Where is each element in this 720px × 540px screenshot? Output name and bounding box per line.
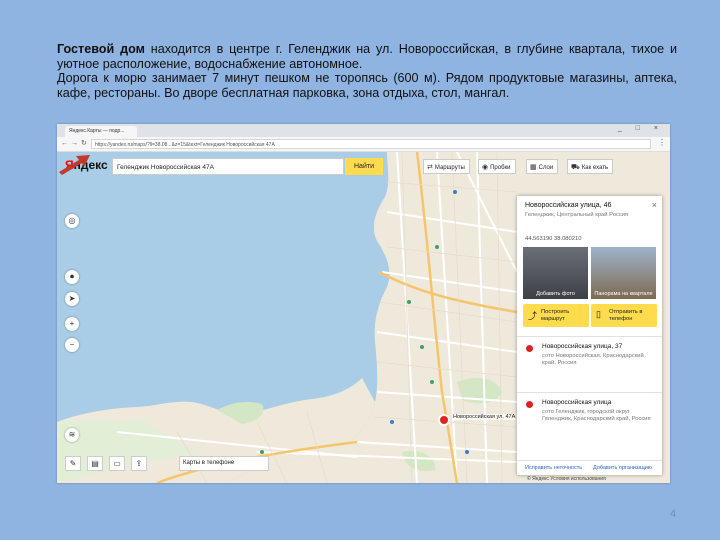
panorama-photo[interactable]: Панорама на квартале — [591, 247, 656, 299]
description-line1: находится в центре г. Геленджик на ул. Н… — [57, 42, 677, 71]
build-route-label: Построить маршрут — [541, 309, 570, 322]
send-to-phone-label: Отправить в телефон — [609, 309, 643, 322]
traffic-label: Пробки — [490, 165, 511, 171]
bus-icon[interactable]: ▭ — [109, 456, 125, 471]
description-paragraph-1: Гостевой дом находится в центре г. Гелен… — [57, 42, 677, 71]
result-desc: сото Геленджик, городской округ Геленджи… — [542, 409, 651, 422]
search-input[interactable]: Геленджик Новороссийская 47А — [112, 158, 344, 175]
photo-add[interactable]: Добавить фото — [523, 247, 588, 299]
print-icon[interactable]: ▤ — [87, 456, 103, 471]
forward-icon[interactable]: → — [71, 140, 81, 147]
browser-menu-icon[interactable]: ⋮ — [658, 138, 666, 147]
pointer-arrow-icon — [59, 155, 90, 175]
place-coordinates[interactable]: 44.563190 38.080210 — [525, 236, 655, 242]
browser-window: Яндекс.Карты — подр... _ □ × ←→↻ https:/… — [57, 124, 670, 483]
description-text: Гостевой дом находится в центре г. Гелен… — [57, 42, 677, 100]
place-card: Новороссийская улица, 46 × Геленджик, Це… — [517, 196, 662, 475]
marker-label: Новороссийская ул. 47А — [453, 414, 516, 420]
layers-button[interactable]: ▦ Слои — [526, 159, 559, 174]
layers-stack-icon[interactable]: ≋ — [65, 428, 79, 442]
traffic-light-icon[interactable]: ⏺ — [65, 270, 79, 284]
map-attribution[interactable]: © Яндекс Условия использования — [527, 476, 606, 482]
car-icon: ⛟ — [571, 164, 580, 171]
send-to-phone-button[interactable]: ▯ Отправить в телефон — [591, 304, 657, 327]
description-paragraph-2: Дорога к морю занимает 7 минут пешком не… — [57, 71, 677, 100]
close-icon[interactable]: × — [652, 200, 657, 210]
ruler-icon[interactable]: ✎ — [65, 456, 81, 471]
find-button[interactable]: Найти — [345, 158, 383, 175]
result-desc: сото Новороссийская, Краснодарский край,… — [542, 353, 644, 366]
fix-inaccuracy-link[interactable]: Исправить неточность — [525, 465, 582, 471]
result-title: Новороссийская улица — [542, 399, 612, 406]
result-pin-icon — [526, 345, 533, 352]
page-number: 4 — [670, 508, 677, 520]
description-bold-lead: Гостевой дом — [57, 42, 145, 56]
routes-label: Маршруты — [434, 165, 465, 171]
address-bar: ←→↻ https://yandex.ru/maps/?ll=38.08...&… — [57, 137, 670, 152]
phone-icon: ▯ — [596, 309, 601, 319]
maps-in-phone-button[interactable]: Карты в телефоне — [179, 456, 269, 471]
directions-label: Как ехать — [581, 165, 609, 171]
traffic-button[interactable]: ◉ Пробки — [478, 159, 516, 174]
zoom-in-icon[interactable]: + — [65, 317, 79, 331]
place-subtitle: Геленджик, Центральный край Россия — [525, 212, 629, 218]
map-area[interactable]: Яндекс Геленджик Новороссийская 47А Найт… — [57, 152, 670, 483]
share-icon[interactable]: ⇪ — [131, 456, 147, 471]
routes-button[interactable]: ⇄ Маршруты — [423, 159, 470, 174]
route-icon: ⇄ — [427, 164, 433, 171]
browser-tab[interactable]: Яндекс.Карты — подр... — [65, 126, 137, 137]
result-title: Новороссийская улица, 37 — [542, 343, 623, 350]
layers-label: Слои — [538, 165, 554, 171]
window-controls[interactable]: _ □ × — [618, 125, 664, 132]
result-pin-icon — [526, 401, 533, 408]
layers-icon: ▦ — [530, 164, 537, 171]
reload-icon[interactable]: ↻ — [81, 140, 90, 147]
panorama-icon[interactable]: ◎ — [65, 214, 79, 228]
add-organization-link[interactable]: Добавить организацию — [593, 465, 652, 471]
panorama-caption: Панорама на квартале — [594, 291, 653, 297]
back-icon[interactable]: ← — [61, 140, 71, 147]
place-card-footer: Исправить неточность Добавить организаци… — [517, 460, 662, 476]
tab-bar: Яндекс.Карты — подр... _ □ × — [57, 124, 670, 137]
photo-add-caption: Добавить фото — [536, 291, 575, 297]
traffic-icon: ◉ — [482, 164, 489, 171]
url-input[interactable]: https://yandex.ru/maps/?ll=38.08...&z=15… — [91, 139, 651, 149]
zoom-out-icon[interactable]: − — [65, 338, 79, 352]
route-pin-icon: ⤴ — [528, 311, 538, 321]
location-marker[interactable] — [438, 414, 450, 426]
directions-button[interactable]: ⛟ Как ехать — [567, 159, 614, 174]
result-item[interactable]: Новороссийская улица, 37 сото Новороссий… — [517, 336, 662, 393]
place-title: Новороссийская улица, 46 — [525, 202, 612, 209]
nav-icons[interactable]: ←→↻ — [61, 139, 90, 147]
result-item[interactable]: Новороссийская улица сото Геленджик, гор… — [517, 392, 662, 461]
build-route-button[interactable]: ⤴ Построить маршрут — [523, 304, 589, 327]
locate-icon[interactable]: ➤ — [65, 292, 79, 306]
